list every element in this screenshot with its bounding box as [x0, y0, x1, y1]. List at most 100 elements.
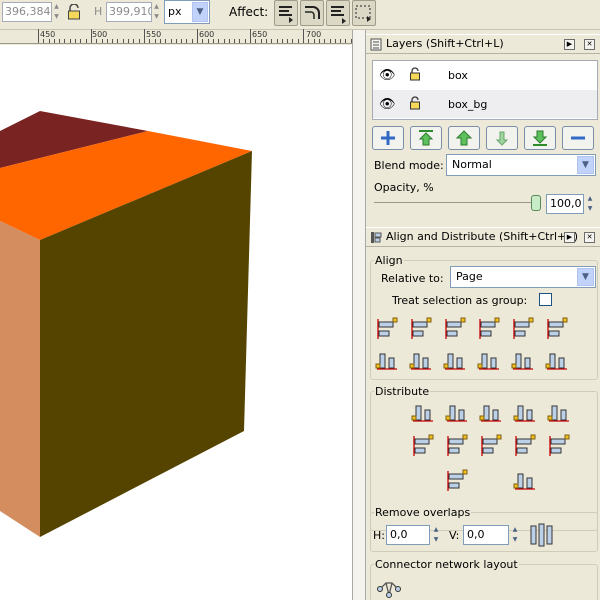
ruler-label: 500: [92, 30, 108, 39]
slider-handle[interactable]: [531, 195, 541, 211]
h-field[interactable]: 399,910: [106, 2, 152, 22]
scale-corners-button[interactable]: [300, 0, 324, 26]
distribute-centers-h-icon[interactable]: [444, 400, 470, 426]
unit-value: px: [168, 5, 182, 18]
ruler-tick: [171, 39, 172, 43]
overlap-h-spinner[interactable]: ▲ ▼: [431, 525, 441, 545]
ruler-tick: [229, 39, 230, 43]
unclump-icon[interactable]: [512, 468, 538, 494]
distribute-baselines-h-icon[interactable]: [546, 400, 572, 426]
align-top-to-bottom-icon[interactable]: [510, 348, 536, 374]
align-legend: Align: [374, 254, 404, 267]
align-right-edges-icon[interactable]: [476, 316, 502, 342]
relative-to-value: Page: [456, 270, 483, 283]
overlap-h-label: H:: [373, 529, 385, 542]
ruler-tick: [245, 39, 246, 43]
layers-panel-title-bar[interactable]: Layers (Shift+Ctrl+L) ▶ ✕: [366, 34, 600, 54]
add-layer-button[interactable]: [372, 126, 404, 150]
unlock-icon[interactable]: [409, 67, 421, 81]
ruler-tick: [80, 39, 81, 43]
overlap-v-spinner[interactable]: ▲ ▼: [510, 525, 520, 545]
raise-layer-top-button[interactable]: [410, 126, 442, 150]
align-top-edges-icon[interactable]: [408, 348, 434, 374]
unit-select[interactable]: px ▼: [164, 0, 210, 24]
align-baseline-v-icon[interactable]: [544, 348, 570, 374]
blend-mode-select[interactable]: Normal ▼: [446, 154, 596, 176]
eye-icon[interactable]: 👁: [379, 97, 396, 112]
transform-patterns-button[interactable]: [352, 0, 376, 26]
blend-mode-value: Normal: [452, 158, 492, 171]
center-horizontal-axis-icon[interactable]: [442, 348, 468, 374]
opacity-field[interactable]: 100,0: [546, 194, 584, 214]
layer-name: box: [448, 69, 468, 82]
x-field[interactable]: 396,384: [2, 2, 52, 22]
distribute-gaps-h-icon[interactable]: [512, 400, 538, 426]
distribute-baselines-v-icon[interactable]: [546, 433, 572, 459]
slider-track: [374, 202, 540, 203]
ruler-tick: [208, 39, 209, 43]
unlock-icon[interactable]: [409, 96, 421, 110]
ruler-tick: [128, 39, 129, 43]
align-left-edges-icon[interactable]: [408, 316, 434, 342]
overlap-h-field[interactable]: 0,0: [386, 525, 430, 545]
ruler-tick: [224, 39, 225, 43]
drawing-canvas[interactable]: [0, 45, 352, 600]
ruler-tick: [345, 39, 346, 43]
ruler-tick: [139, 39, 140, 43]
canvas-vertical-scrollbar[interactable]: [352, 30, 366, 600]
close-icon[interactable]: ✕: [584, 39, 595, 50]
distribute-legend: Distribute: [374, 385, 431, 398]
distribute-top-edges-icon[interactable]: [410, 433, 436, 459]
iconify-icon[interactable]: ▶: [564, 39, 575, 50]
opacity-label: Opacity, %: [374, 181, 434, 194]
align-panel-title-bar[interactable]: Align and Distribute (Shift+Ctrl+A) ▶ ✕: [366, 227, 600, 247]
h-spinner[interactable]: ▲ ▼: [152, 2, 161, 22]
raise-layer-button[interactable]: [448, 126, 480, 150]
opacity-spinner[interactable]: ▲ ▼: [585, 194, 595, 214]
ruler-tick: [165, 39, 166, 43]
lower-layer-bottom-button[interactable]: [524, 126, 556, 150]
cube-front-face[interactable]: [0, 221, 40, 537]
ruler-tick: [261, 39, 262, 43]
plus-icon: [381, 131, 395, 145]
relative-to-select[interactable]: Page ▼: [450, 266, 596, 288]
distribute-gaps-v-icon[interactable]: [512, 433, 538, 459]
lower-layer-button[interactable]: [486, 126, 518, 150]
iconify-icon[interactable]: ▶: [564, 232, 575, 243]
layer-row[interactable]: 👁 box_bg: [373, 90, 597, 118]
connector-layout-button[interactable]: [376, 578, 402, 600]
ruler-tick: [149, 39, 150, 43]
align-left-to-right-icon[interactable]: [510, 316, 536, 342]
distribute-right-edges-icon[interactable]: [478, 400, 504, 426]
distribute-bottom-edges-icon[interactable]: [478, 433, 504, 459]
chevron-down-icon: ▼: [192, 2, 208, 22]
ruler-tick: [319, 39, 320, 43]
cube-illustration[interactable]: [0, 45, 352, 600]
center-vertical-axis-icon[interactable]: [442, 316, 468, 342]
raise-to-top-icon: [418, 130, 434, 146]
ruler-tick: [181, 39, 182, 43]
ruler-tick: [308, 39, 309, 43]
transform-gradients-button[interactable]: [326, 0, 350, 26]
overlap-v-field[interactable]: 0,0: [463, 525, 509, 545]
horizontal-ruler: 450 500 550 600 650 700: [0, 29, 352, 44]
remove-layer-button[interactable]: [562, 126, 594, 150]
close-icon[interactable]: ✕: [584, 232, 595, 243]
scale-stroke-button[interactable]: [274, 0, 298, 26]
align-dock-icon: [371, 232, 382, 243]
lock-ratio-icon[interactable]: [67, 4, 81, 20]
treat-group-checkbox[interactable]: [539, 293, 552, 306]
eye-icon[interactable]: 👁: [379, 68, 396, 83]
distribute-centers-v-icon[interactable]: [444, 433, 470, 459]
align-baseline-h-icon[interactable]: [544, 316, 570, 342]
x-spinner[interactable]: ▲ ▼: [52, 2, 61, 22]
remove-overlaps-button[interactable]: [529, 522, 555, 548]
align-bottom-edges-icon[interactable]: [476, 348, 502, 374]
align-right-to-left-icon[interactable]: [374, 316, 400, 342]
align-bottom-to-top-icon[interactable]: [374, 348, 400, 374]
ruler-tick: [133, 39, 134, 43]
distribute-left-edges-icon[interactable]: [410, 400, 436, 426]
layers-dock-icon: [370, 38, 382, 51]
layer-row[interactable]: 👁 box: [373, 61, 597, 89]
randomize-positions-icon[interactable]: [444, 468, 470, 494]
